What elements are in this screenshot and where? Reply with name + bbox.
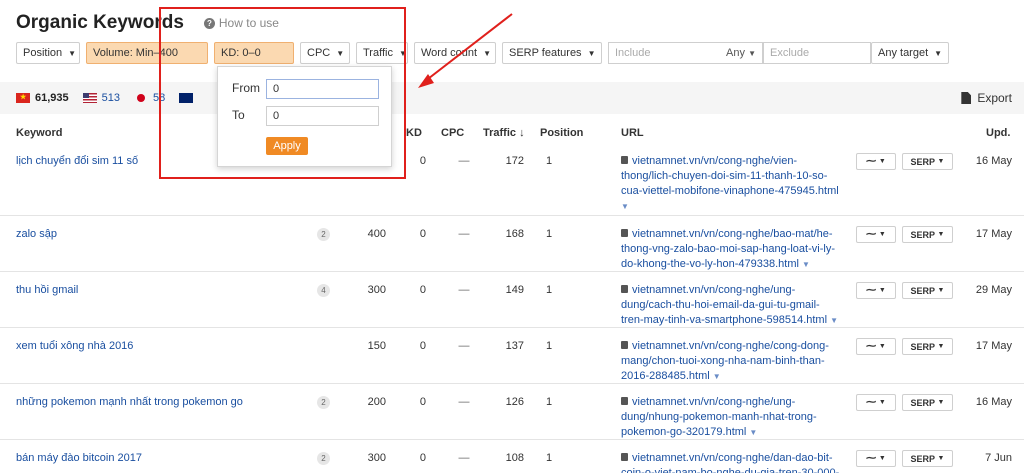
annotation-arrow-icon [418, 13, 513, 88]
